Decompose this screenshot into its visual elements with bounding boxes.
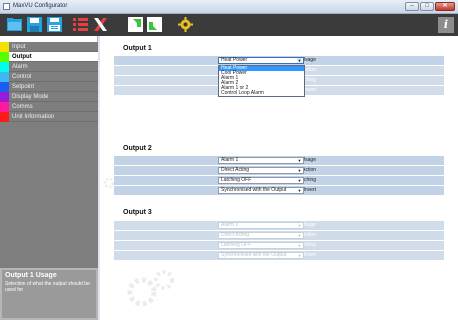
background-gear-icon <box>127 270 174 307</box>
sidebar-item-unit-information[interactable]: Unit Information <box>0 112 98 122</box>
output-3-alarm-latching-select: Latching OFF ▼ <box>218 242 304 249</box>
output-3-indicator-invert-value: Synchronised with the Output <box>221 252 287 258</box>
sidebar-item-alarm[interactable]: Alarm <box>0 62 98 72</box>
chevron-down-icon: ▼ <box>297 178 302 183</box>
output-2-usage-select[interactable]: Alarm 1 ▼ <box>218 157 304 164</box>
output-3-usage-select: Alarm 2 ▼ <box>218 222 304 229</box>
close-icon: ✕ <box>442 3 448 9</box>
output-2-usage-value: Alarm 1 <box>221 157 239 163</box>
sidebar-item-label: Unit Information <box>12 114 55 120</box>
output-3-indicator-invert-select: Synchronised with the Output ▼ <box>218 252 304 259</box>
output-2-indicator-invert-row: Output 2 Indicator Invert Synchronised w… <box>114 186 444 195</box>
output-2-usage-row: Output 2 Usage Alarm 1▼ <box>114 156 444 165</box>
output-1-usage-select[interactable]: Heat Power ▼ <box>218 57 304 64</box>
save-icon[interactable] <box>26 16 43 33</box>
output-1-title: Output 1 <box>123 45 152 52</box>
output-3-alarm-latching-row: Output 3 Alarm Latching Latching OFF▼ <box>114 241 444 250</box>
save-device-icon[interactable] <box>46 16 63 33</box>
output-2-alarm-latching-select[interactable]: Latching OFF ▼ <box>218 177 304 184</box>
output-1-usage-dropdown: Heat Power Cool Power Alarm 1 Alarm 2 Al… <box>218 65 305 97</box>
chevron-down-icon[interactable]: ▼ <box>297 58 302 63</box>
output-2-alarm-action-select[interactable]: Direct Acting ▼ <box>218 167 304 174</box>
chevron-down-icon: ▼ <box>297 243 302 248</box>
alarm-color-swatch <box>0 62 9 72</box>
sidebar-item-output[interactable]: Output <box>0 52 98 62</box>
chevron-down-icon: ▼ <box>297 223 302 228</box>
minimize-button[interactable]: – <box>405 2 419 11</box>
sidebar-item-label: Comms <box>12 104 33 110</box>
chevron-down-icon: ▼ <box>297 168 302 173</box>
help-text: Selection of what the output should be u… <box>5 281 90 293</box>
output-3-title: Output 3 <box>123 209 152 216</box>
sidebar-item-setpoint[interactable]: Setpoint <box>0 82 98 92</box>
title-bar: MaxVU Configurator – □ ✕ <box>0 0 458 14</box>
sidebar: Input Output Alarm Control Setpoint Disp… <box>0 36 98 320</box>
output-2-alarm-action-value: Direct Acting <box>221 167 250 173</box>
sidebar-item-display-mode[interactable]: Display Mode <box>0 92 98 102</box>
sidebar-item-label: Display Mode <box>12 94 49 100</box>
output-3-alarm-action-value: Direct Acting <box>221 232 250 238</box>
output-1-usage-value: Heat Power <box>221 57 248 63</box>
output-3-alarm-action-row: Output 3 Alarm Action Direct Acting▼ <box>114 231 444 240</box>
window-title: MaxVU Configurator <box>13 3 68 9</box>
chevron-down-icon: ▼ <box>297 253 302 258</box>
sidebar-item-label: Input <box>12 44 26 50</box>
output-3-usage-row: Output 3 Usage Alarm 2▼ <box>114 221 444 230</box>
setpoint-color-swatch <box>0 82 9 92</box>
help-panel: Output 1 Usage Selection of what the out… <box>2 270 96 318</box>
output-3-usage-value: Alarm 2 <box>221 222 239 228</box>
sidebar-item-label: Output <box>12 54 32 60</box>
sidebar-item-label: Control <box>12 74 32 80</box>
output-2-alarm-action-row: Output 2 Alarm Action Direct Acting▼ <box>114 166 444 175</box>
maximize-icon: □ <box>425 3 429 9</box>
sidebar-item-label: Setpoint <box>12 84 35 90</box>
output-1-usage-row: Output 1 Usage Heat Power▼ <box>114 56 444 65</box>
main-panel: Output 1 Output 1 Usage Heat Power▼ Outp… <box>100 36 458 320</box>
input-color-swatch <box>0 42 9 52</box>
chevron-down-icon: ▼ <box>297 233 302 238</box>
read-device-icon[interactable] <box>127 16 144 33</box>
output-2-alarm-latching-value: Latching OFF <box>221 177 252 183</box>
sidebar-item-input[interactable]: Input <box>0 42 98 52</box>
output-3-indicator-invert-row: Output 3 Indicator Invert Synchronised w… <box>114 251 444 260</box>
output-2-alarm-latching-row: Output 2 Alarm Latching Latching OFF▼ <box>114 176 444 185</box>
sidebar-item-label: Alarm <box>12 64 28 70</box>
dropdown-option[interactable]: Control Loop Alarm <box>219 91 304 96</box>
chevron-down-icon: ▼ <box>297 158 302 163</box>
unit-information-color-swatch <box>0 112 9 122</box>
chevron-down-icon: ▼ <box>297 188 302 193</box>
toolbar: i <box>0 14 458 36</box>
open-folder-icon[interactable] <box>6 16 23 33</box>
help-title: Output 1 Usage <box>5 272 57 279</box>
sidebar-item-comms[interactable]: Comms <box>0 102 98 112</box>
clear-icon[interactable] <box>92 16 109 33</box>
write-device-icon[interactable] <box>146 16 163 33</box>
output-2-indicator-invert-select[interactable]: Synchronised with the Output ▼ <box>218 187 304 194</box>
output-color-swatch <box>0 52 9 62</box>
output-3-alarm-action-select: Direct Acting ▼ <box>218 232 304 239</box>
output-3-alarm-latching-value: Latching OFF <box>221 242 252 248</box>
output-2-title: Output 2 <box>123 145 152 152</box>
app-icon <box>3 3 10 10</box>
sidebar-item-control[interactable]: Control <box>0 72 98 82</box>
display-mode-color-swatch <box>0 92 9 102</box>
maximize-button[interactable]: □ <box>420 2 434 11</box>
comms-color-swatch <box>0 102 9 112</box>
close-button[interactable]: ✕ <box>435 2 455 11</box>
info-icon[interactable]: i <box>438 17 454 33</box>
minimize-icon: – <box>410 3 414 9</box>
output-2-indicator-invert-value: Synchronised with the Output <box>221 187 287 193</box>
list-icon[interactable] <box>72 16 89 33</box>
settings-icon[interactable] <box>177 16 194 33</box>
control-color-swatch <box>0 72 9 82</box>
